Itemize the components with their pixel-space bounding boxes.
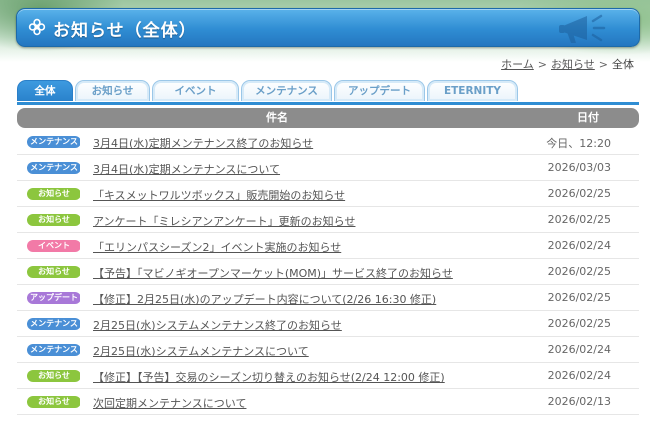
news-date: 2026/02/25 bbox=[547, 265, 611, 278]
category-tabs: 全体 お知らせ イベント メンテナンス アップデート ETERNITY bbox=[17, 80, 639, 105]
category-badge: お知らせ bbox=[27, 396, 85, 408]
category-badge: お知らせ bbox=[27, 266, 85, 278]
table-header: 件名 日付 bbox=[17, 108, 639, 128]
news-title-link[interactable]: 「エリンパスシーズン2」イベント実施のお知らせ bbox=[93, 239, 341, 255]
megaphone-icon bbox=[559, 14, 606, 43]
table-row[interactable]: イベント 「エリンパスシーズン2」イベント実施のお知らせ 2026/02/24 bbox=[17, 233, 639, 259]
news-title-link[interactable]: 2月25日(水)システムメンテナンスについて bbox=[93, 343, 309, 359]
news-title-link[interactable]: 【修正】2月25日(水)のアップデート内容について(2/26 16:30 修正) bbox=[93, 291, 436, 307]
category-badge: アップデート bbox=[27, 292, 85, 304]
column-header-date: 日付 bbox=[577, 111, 599, 124]
news-date: 2026/02/24 bbox=[547, 239, 611, 252]
news-title-link[interactable]: 【予告】「マビノギオープンマーケット(MOM)」サービス終了のお知らせ bbox=[93, 265, 453, 281]
news-title-link[interactable]: 2月25日(水)システムメンテナンス終了のお知らせ bbox=[93, 317, 342, 333]
table-row[interactable]: お知らせ 【修正】【予告】交易のシーズン切り替えのお知らせ(2/24 12:00 … bbox=[17, 363, 639, 389]
news-title-link[interactable]: 「キスメットワルツボックス」販売開始のお知らせ bbox=[93, 187, 345, 203]
tab-event[interactable]: イベント bbox=[152, 80, 239, 101]
news-title-link[interactable]: 次回定期メンテナンスについて bbox=[93, 395, 246, 411]
table-row[interactable]: メンテナンス 3月4日(水)定期メンテナンス終了のお知らせ 今日、12:20 bbox=[17, 129, 639, 155]
news-title-link[interactable]: 3月4日(水)定期メンテナンスについて bbox=[93, 161, 280, 177]
category-badge: お知らせ bbox=[27, 214, 85, 226]
category-badge: メンテナンス bbox=[27, 318, 85, 330]
breadcrumb-news-link[interactable]: お知らせ bbox=[551, 58, 595, 71]
tab-eternity[interactable]: ETERNITY bbox=[427, 80, 518, 101]
table-row[interactable]: お知らせ 【予告】「マビノギオープンマーケット(MOM)」サービス終了のお知らせ 2… bbox=[17, 259, 639, 285]
breadcrumb-separator: > bbox=[537, 58, 547, 71]
tab-update[interactable]: アップデート bbox=[334, 80, 425, 101]
news-date: 2026/02/24 bbox=[547, 369, 611, 382]
news-date: 2026/02/25 bbox=[547, 291, 611, 304]
table-row[interactable]: メンテナンス 3月4日(水)定期メンテナンスについて 2026/03/03 bbox=[17, 155, 639, 181]
news-date: 2026/02/25 bbox=[547, 213, 611, 226]
table-row[interactable]: お知らせ アンケート「ミレシアンアンケート」更新のお知らせ 2026/02/25 bbox=[17, 207, 639, 233]
news-list: メンテナンス 3月4日(水)定期メンテナンス終了のお知らせ 今日、12:20 メンテナ… bbox=[17, 129, 639, 415]
category-badge: メンテナンス bbox=[27, 344, 85, 356]
news-date: 2026/02/25 bbox=[547, 317, 611, 330]
breadcrumb: ホーム > お知らせ > 全体 bbox=[501, 56, 634, 72]
flower-icon bbox=[28, 18, 46, 36]
table-row[interactable]: お知らせ 「キスメットワルツボックス」販売開始のお知らせ 2026/02/25 bbox=[17, 181, 639, 207]
table-row[interactable]: メンテナンス 2月25日(水)システムメンテナンスについて 2026/02/24 bbox=[17, 337, 639, 363]
table-row[interactable]: アップデート 【修正】2月25日(水)のアップデート内容について(2/26 16:… bbox=[17, 285, 639, 311]
page-header: お知らせ（全体） bbox=[16, 8, 640, 47]
news-date: 2026/03/03 bbox=[547, 161, 611, 174]
table-row[interactable]: メンテナンス 2月25日(水)システムメンテナンス終了のお知らせ 2026/02/2… bbox=[17, 311, 639, 337]
news-date: 2026/02/24 bbox=[547, 343, 611, 356]
news-date: 2026/02/25 bbox=[547, 187, 611, 200]
category-badge: メンテナンス bbox=[27, 162, 85, 174]
breadcrumb-separator: > bbox=[598, 58, 608, 71]
table-row[interactable]: お知らせ 次回定期メンテナンスについて 2026/02/13 bbox=[17, 389, 639, 415]
breadcrumb-home-link[interactable]: ホーム bbox=[501, 58, 534, 71]
page-title: お知らせ（全体） bbox=[53, 21, 197, 41]
category-badge: お知らせ bbox=[27, 370, 85, 382]
tab-maintenance[interactable]: メンテナンス bbox=[241, 80, 332, 101]
category-badge: イベント bbox=[27, 240, 85, 252]
category-badge: メンテナンス bbox=[27, 136, 85, 148]
tab-all[interactable]: 全体 bbox=[17, 80, 73, 101]
breadcrumb-current: 全体 bbox=[612, 58, 634, 71]
news-title-link[interactable]: アンケート「ミレシアンアンケート」更新のお知らせ bbox=[93, 213, 355, 229]
tab-news[interactable]: お知らせ bbox=[75, 80, 150, 101]
category-badge: お知らせ bbox=[27, 188, 85, 200]
news-title-link[interactable]: 3月4日(水)定期メンテナンス終了のお知らせ bbox=[93, 135, 313, 151]
column-header-title: 件名 bbox=[266, 111, 288, 124]
news-title-link[interactable]: 【修正】【予告】交易のシーズン切り替えのお知らせ(2/24 12:00 修正) bbox=[93, 369, 445, 385]
news-date: 2026/02/13 bbox=[547, 395, 611, 408]
news-date: 今日、12:20 bbox=[546, 137, 611, 150]
